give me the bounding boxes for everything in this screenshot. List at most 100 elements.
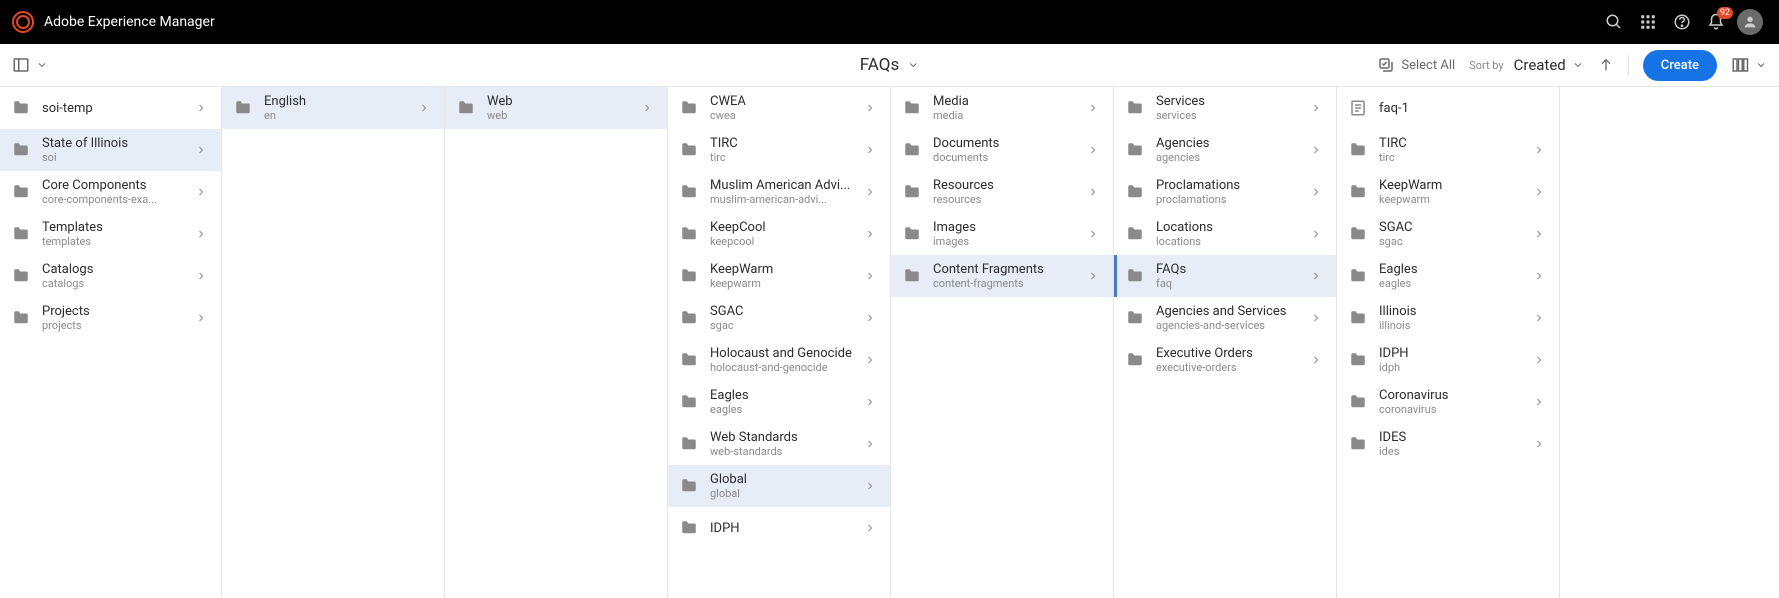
folder-row[interactable]: KeepWarmkeepwarm xyxy=(668,255,890,297)
row-subtitle: faq xyxy=(1156,277,1304,290)
folder-row[interactable]: CWEAcwea xyxy=(668,87,890,129)
folder-row[interactable]: Web Standardsweb-standards xyxy=(668,423,890,465)
row-title: IDPH xyxy=(1379,346,1527,361)
folder-row[interactable]: Templatestemplates xyxy=(0,213,221,255)
column-3: CWEAcweaTIRCtircMuslim American Advi...m… xyxy=(668,87,891,598)
row-text: Mediamedia xyxy=(933,94,1081,122)
chevron-right-icon xyxy=(858,480,882,492)
folder-icon xyxy=(891,99,933,117)
folder-row[interactable]: Webweb xyxy=(445,87,667,129)
folder-row[interactable]: IDPHidph xyxy=(1337,339,1559,381)
row-subtitle: muslim-american-advi... xyxy=(710,193,858,206)
folder-row[interactable]: Eagleseagles xyxy=(1337,255,1559,297)
user-avatar[interactable] xyxy=(1733,5,1767,39)
folder-row[interactable]: Coronaviruscoronavirus xyxy=(1337,381,1559,423)
sort-direction-button[interactable] xyxy=(1598,57,1614,73)
sort-button[interactable]: Sort by Created xyxy=(1469,56,1584,74)
folder-row[interactable]: KeepWarmkeepwarm xyxy=(1337,171,1559,213)
apps-grid-icon[interactable] xyxy=(1631,5,1665,39)
row-title: TIRC xyxy=(1379,136,1527,151)
folder-row[interactable]: KeepCoolkeepcool xyxy=(668,213,890,255)
chevron-right-icon xyxy=(1081,270,1105,282)
folder-icon xyxy=(1337,183,1379,201)
folder-icon xyxy=(1114,99,1156,117)
folder-row[interactable]: FAQsfaq xyxy=(1114,255,1336,297)
chevron-right-icon xyxy=(635,102,659,114)
sort-by-label: Sort by xyxy=(1469,59,1503,72)
folder-row[interactable]: Eagleseagles xyxy=(668,381,890,423)
separator xyxy=(1628,55,1629,75)
folder-row[interactable]: Holocaust and Genocideholocaust-and-geno… xyxy=(668,339,890,381)
row-title: KeepCool xyxy=(710,220,858,235)
row-text: IDPHidph xyxy=(1379,346,1527,374)
folder-row[interactable]: SGACsgac xyxy=(668,297,890,339)
chevron-right-icon xyxy=(1081,144,1105,156)
chevron-right-icon xyxy=(1304,144,1328,156)
folder-row[interactable]: soi-temp xyxy=(0,87,221,129)
folder-row[interactable]: SGACsgac xyxy=(1337,213,1559,255)
chevron-right-icon xyxy=(858,186,882,198)
rail-toggle[interactable] xyxy=(12,56,48,74)
row-subtitle: projects xyxy=(42,319,189,332)
column-1: Englishen xyxy=(222,87,445,598)
notifications-icon[interactable] xyxy=(1699,5,1733,39)
row-subtitle: en xyxy=(264,109,412,122)
folder-row[interactable]: Proclamationsproclamations xyxy=(1114,171,1336,213)
chevron-right-icon xyxy=(412,102,436,114)
folder-icon xyxy=(445,99,487,117)
folder-row[interactable]: Core Componentscore-components-exa... xyxy=(0,171,221,213)
row-text: Coronaviruscoronavirus xyxy=(1379,388,1527,416)
row-title: faq-1 xyxy=(1379,101,1551,116)
row-title: soi-temp xyxy=(42,101,189,116)
row-text: State of Illinoissoi xyxy=(42,136,189,164)
folder-row[interactable]: State of Illinoissoi xyxy=(0,129,221,171)
folder-icon xyxy=(668,225,710,243)
folder-row[interactable]: Locationslocations xyxy=(1114,213,1336,255)
folder-row[interactable]: Documentsdocuments xyxy=(891,129,1113,171)
folder-row[interactable]: Englishen xyxy=(222,87,444,129)
folder-row[interactable]: IDESides xyxy=(1337,423,1559,465)
row-text: TIRCtirc xyxy=(1379,136,1527,164)
folder-row[interactable]: Imagesimages xyxy=(891,213,1113,255)
folder-row[interactable]: Agenciesagencies xyxy=(1114,129,1336,171)
folder-row[interactable]: Mediamedia xyxy=(891,87,1113,129)
row-text: Englishen xyxy=(264,94,412,122)
folder-row[interactable]: Content Fragmentscontent-fragments xyxy=(891,255,1113,297)
row-subtitle: idph xyxy=(1379,361,1527,374)
row-text: Webweb xyxy=(487,94,635,122)
row-text: Core Componentscore-components-exa... xyxy=(42,178,189,206)
row-text: SGACsgac xyxy=(710,304,858,332)
folder-row[interactable]: Catalogscatalogs xyxy=(0,255,221,297)
folder-row[interactable]: Muslim American Advi...muslim-american-a… xyxy=(668,171,890,213)
folder-row[interactable]: Resourcesresources xyxy=(891,171,1113,213)
create-button[interactable]: Create xyxy=(1643,50,1717,81)
folder-row[interactable]: TIRCtirc xyxy=(1337,129,1559,171)
folder-row[interactable]: Projectsprojects xyxy=(0,297,221,339)
help-icon[interactable] xyxy=(1665,5,1699,39)
folder-row[interactable]: faq-1 xyxy=(1337,87,1559,129)
row-subtitle: images xyxy=(933,235,1081,248)
folder-row[interactable]: IDPH xyxy=(668,507,890,549)
row-title: IDES xyxy=(1379,430,1527,445)
row-subtitle: soi xyxy=(42,151,189,164)
product-logo-icon[interactable] xyxy=(12,11,34,33)
folder-row[interactable]: Servicesservices xyxy=(1114,87,1336,129)
row-text: Servicesservices xyxy=(1156,94,1304,122)
chevron-right-icon xyxy=(858,102,882,114)
row-subtitle: agencies xyxy=(1156,151,1304,164)
folder-row[interactable]: Agencies and Servicesagencies-and-servic… xyxy=(1114,297,1336,339)
chevron-right-icon xyxy=(1304,186,1328,198)
search-icon[interactable] xyxy=(1597,5,1631,39)
folder-row[interactable]: Globalglobal xyxy=(668,465,890,507)
row-subtitle: eagles xyxy=(1379,277,1527,290)
row-title: Illinois xyxy=(1379,304,1527,319)
row-subtitle: agencies-and-services xyxy=(1156,319,1304,332)
chevron-right-icon xyxy=(1081,102,1105,114)
row-title: Eagles xyxy=(1379,262,1527,277)
breadcrumb-title[interactable]: FAQs xyxy=(860,55,919,75)
folder-row[interactable]: Executive Ordersexecutive-orders xyxy=(1114,339,1336,381)
select-all-button[interactable]: Select All xyxy=(1377,56,1455,74)
folder-row[interactable]: TIRCtirc xyxy=(668,129,890,171)
view-switcher-button[interactable] xyxy=(1731,56,1767,74)
folder-row[interactable]: Illinoisillinois xyxy=(1337,297,1559,339)
